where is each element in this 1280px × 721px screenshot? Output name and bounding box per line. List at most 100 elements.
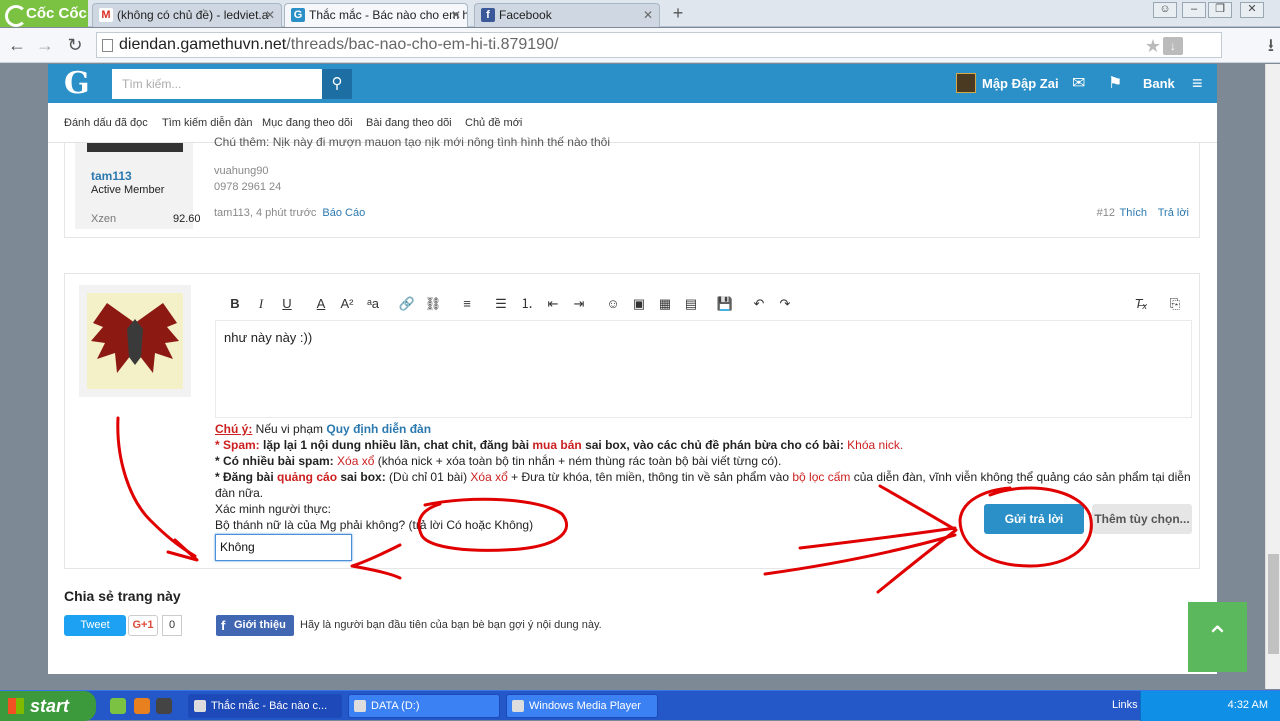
subnav-mark-read[interactable]: Đánh dấu đã đọc [64, 117, 148, 129]
tab-facebook[interactable]: f Facebook ✕ [474, 3, 660, 27]
captcha-answer-input[interactable]: Không [215, 534, 352, 561]
align-icon[interactable]: ≡ [457, 294, 477, 314]
tab-label: Facebook [499, 8, 552, 22]
bold-icon[interactable]: B [225, 294, 245, 314]
profile-icon[interactable]: ☺ [1153, 2, 1177, 18]
scroll-to-top-button[interactable]: ⌃ [1188, 602, 1247, 672]
image-icon[interactable]: ▣ [629, 294, 649, 314]
address-toolbar: ← → ↻ diendan.gamethuvn.net/threads/bac-… [0, 28, 1280, 63]
page-icon [102, 39, 113, 52]
game-quicklaunch-icon[interactable] [156, 698, 172, 714]
subnav-watched-threads[interactable]: Mục đang theo dõi [262, 117, 353, 129]
avatar [87, 293, 183, 389]
search-input[interactable]: Tìm kiếm... [112, 69, 322, 99]
subnav-watched-posts[interactable]: Bài đang theo dõi [366, 117, 452, 129]
bookmark-star-icon[interactable]: ★ [1145, 34, 1161, 58]
facebook-like-button[interactable]: Giới thiệu [216, 615, 294, 636]
coccoc-quicklaunch-icon[interactable] [110, 698, 126, 714]
task-browser[interactable]: Thắc mắc - Bác nào c... [188, 694, 342, 718]
windows-taskbar: start Thắc mắc - Bác nào c... DATA (D:) … [0, 690, 1280, 721]
outdent-icon[interactable]: ⇤ [543, 294, 563, 314]
start-button[interactable]: start [0, 691, 96, 721]
send-reply-button[interactable]: Gửi trả lời [984, 504, 1084, 534]
menu-icon[interactable]: ≡ [1192, 64, 1203, 103]
ads-red: quảng cáo [277, 470, 338, 484]
scrollbar-thumb[interactable] [1268, 554, 1279, 654]
numbered-list-icon[interactable]: ⒈ [517, 294, 537, 314]
task-media-player[interactable]: Windows Media Player [506, 694, 658, 718]
save-draft-icon[interactable]: 💾 [715, 294, 735, 314]
facebook-share-text: Hãy là người bạn đầu tiên của bạn bè bạn… [300, 619, 602, 631]
link-icon[interactable]: 🔗 [397, 294, 417, 314]
url-field[interactable]: diendan.gamethuvn.net/threads/bac-nao-ch… [96, 32, 1222, 58]
close-window-button[interactable]: ✕ [1240, 2, 1264, 18]
reload-icon[interactable]: ↻ [64, 34, 86, 56]
media-icon[interactable]: ▦ [655, 294, 675, 314]
note-text: Nếu vi phạm [252, 422, 327, 436]
spam-penalty: Khóa nick. [847, 438, 904, 452]
smiley-icon[interactable]: ☺ [603, 294, 623, 314]
page-scrollbar[interactable] [1265, 64, 1280, 689]
minimize-button[interactable]: – [1182, 2, 1206, 18]
font-size-icon[interactable]: A² [337, 294, 357, 314]
maximize-button[interactable]: ❐ [1208, 2, 1232, 18]
tab-gmail[interactable]: M (không có chủ đề) - ledviet.a ✕ [92, 3, 282, 27]
page-viewport: G Tìm kiếm... ⚲ Mập Đập Zai ✉ ⚑ Bank ≡ Đ… [0, 64, 1265, 689]
google-plus-button[interactable]: G+1 [128, 615, 158, 636]
browser-logo[interactable]: Cốc Cốc [0, 0, 88, 27]
spam-text: lặp lại 1 nội dung nhiều lần, chat chit,… [259, 438, 533, 452]
tweet-button[interactable]: Tweet [64, 615, 126, 636]
post-author-time[interactable]: tam113, 4 phút trước [214, 207, 316, 219]
font-family-icon[interactable]: ᵃa [363, 294, 383, 314]
indent-icon[interactable]: ⇥ [569, 294, 589, 314]
like-link[interactable]: Thích [1119, 207, 1147, 219]
close-icon[interactable]: ✕ [451, 4, 461, 26]
message-editor[interactable]: như này này :)) [215, 320, 1192, 418]
ads-label: * Đăng bài [215, 470, 278, 484]
user-banner [87, 143, 183, 152]
username: Mập Đập Zai [982, 76, 1059, 91]
rules-link[interactable]: Quy định diễn đàn [326, 422, 431, 436]
bank-link[interactable]: Bank [1143, 64, 1175, 103]
user-menu[interactable]: Mập Đập Zai [956, 64, 1059, 103]
download-icon[interactable]: ↓ [1163, 37, 1183, 55]
envelope-icon[interactable]: ✉ [1072, 64, 1085, 103]
close-icon[interactable]: ✕ [265, 4, 275, 26]
remove-format-icon[interactable]: T̶ₓ [1131, 294, 1151, 314]
redo-icon[interactable]: ↷ [775, 294, 795, 314]
tab-gamethu[interactable]: G Thắc mắc - Bác nào cho em hỏi ✕ [284, 3, 468, 27]
xzen-label: Xzen [91, 213, 117, 225]
flag-icon[interactable]: ⚑ [1108, 64, 1122, 103]
bullet-list-icon[interactable]: ☰ [491, 294, 511, 314]
site-logo[interactable]: G [64, 66, 90, 101]
post-username[interactable]: tam113 [91, 169, 132, 183]
report-link[interactable]: Báo Cáo [322, 207, 365, 219]
post-text: Chú thêm: Nịk này đi mượn mauon tạo nịk … [214, 135, 610, 149]
back-icon[interactable]: ← [6, 34, 28, 56]
unlink-icon[interactable]: ⛓ [423, 294, 443, 314]
more-options-button[interactable]: Thêm tùy chọn... [1092, 504, 1192, 534]
many-red: Xóa xổ [333, 454, 375, 468]
app-quicklaunch-icon[interactable] [134, 698, 150, 714]
toggle-bbcode-icon[interactable]: ⎘ [1165, 294, 1185, 314]
italic-icon[interactable]: I [251, 294, 271, 314]
subnav-search-forum[interactable]: Tìm kiếm diễn đàn [162, 117, 252, 129]
ads-text2: + Đưa từ khóa, tên miền, thông tin về sả… [507, 470, 793, 484]
forward-icon[interactable]: → [34, 34, 56, 56]
new-tab-button[interactable]: + [668, 3, 688, 23]
download-manager-icon[interactable]: ⭳ [1268, 33, 1274, 63]
reply-link[interactable]: Trả lời [1158, 207, 1189, 219]
close-icon[interactable]: ✕ [643, 4, 653, 26]
facebook-icon: f [481, 8, 495, 22]
signature-line: 0978 2961 24 [214, 181, 282, 193]
insert-icon[interactable]: ▤ [681, 294, 701, 314]
task-data-drive[interactable]: DATA (D:) [348, 694, 500, 718]
search-icon[interactable]: ⚲ [322, 69, 352, 99]
google-plus-count: 0 [162, 615, 182, 636]
undo-icon[interactable]: ↶ [749, 294, 769, 314]
subnav-new-threads[interactable]: Chủ đề mới [465, 117, 522, 129]
underline-icon[interactable]: U [277, 294, 297, 314]
post-number[interactable]: #12 [1097, 207, 1115, 219]
text-color-icon[interactable]: A [311, 294, 331, 314]
links-toolbar[interactable]: Links [1112, 699, 1138, 711]
